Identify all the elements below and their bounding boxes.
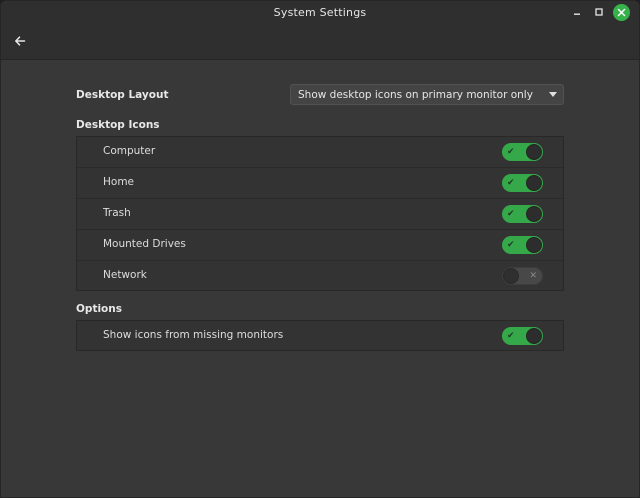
computer-toggle[interactable]: ✔ (502, 143, 543, 161)
title-bar: System Settings (1, 1, 639, 60)
list-item-home: Home ✔ (77, 168, 563, 199)
desktop-layout-dropdown[interactable]: Show desktop icons on primary monitor on… (290, 84, 564, 105)
maximize-button[interactable] (591, 4, 607, 20)
list-item-missing-monitors: Show icons from missing monitors ✔ (77, 321, 563, 352)
toggle-knob (526, 144, 542, 160)
item-label: Show icons from missing monitors (103, 329, 284, 341)
toggle-knob (526, 237, 542, 253)
close-icon (617, 8, 626, 17)
desktop-layout-label: Desktop Layout (76, 89, 169, 101)
x-icon: ✕ (529, 271, 537, 281)
toggle-knob (526, 206, 542, 222)
minimize-icon (574, 13, 580, 15)
arrow-left-icon (15, 36, 26, 46)
toggle-knob (503, 268, 519, 284)
desktop-icons-header: Desktop Icons (76, 119, 160, 131)
check-icon: ✔ (507, 209, 515, 219)
dropdown-arrow-icon (549, 92, 557, 97)
list-item-trash: Trash ✔ (77, 199, 563, 230)
check-icon: ✔ (507, 331, 515, 341)
item-label: Home (103, 176, 135, 188)
maximize-icon (595, 8, 603, 16)
list-item-mounted-drives: Mounted Drives ✔ (77, 230, 563, 261)
toggle-knob (526, 328, 542, 344)
network-toggle[interactable]: ✕ (502, 267, 543, 285)
toggle-knob (526, 175, 542, 191)
window-title: System Settings (273, 6, 367, 19)
item-label: Mounted Drives (103, 238, 186, 250)
item-label: Computer (103, 145, 156, 157)
check-icon: ✔ (507, 147, 515, 157)
list-item-computer: Computer ✔ (77, 137, 563, 168)
back-button[interactable] (9, 31, 31, 51)
desktop-layout-row: Desktop Layout Show desktop icons on pri… (76, 84, 564, 106)
check-icon: ✔ (507, 178, 515, 188)
minimize-button[interactable] (569, 4, 585, 20)
home-toggle[interactable]: ✔ (502, 174, 543, 192)
options-header: Options (76, 303, 122, 315)
mounted-drives-toggle[interactable]: ✔ (502, 236, 543, 254)
item-label: Trash (103, 207, 131, 219)
close-button[interactable] (613, 4, 630, 21)
system-settings-window: System Settings Desktop Layout Show desk… (0, 0, 640, 498)
missing-monitors-toggle[interactable]: ✔ (502, 327, 543, 345)
list-item-network: Network ✕ (77, 261, 563, 292)
settings-content: Desktop Layout Show desktop icons on pri… (1, 60, 639, 497)
desktop-icons-panel: Computer ✔ Home ✔ Trash ✔ Mounted Drives… (76, 136, 564, 291)
trash-toggle[interactable]: ✔ (502, 205, 543, 223)
desktop-layout-selected: Show desktop icons on primary monitor on… (298, 89, 533, 101)
item-label: Network (103, 269, 147, 281)
options-panel: Show icons from missing monitors ✔ (76, 320, 564, 351)
check-icon: ✔ (507, 240, 515, 250)
